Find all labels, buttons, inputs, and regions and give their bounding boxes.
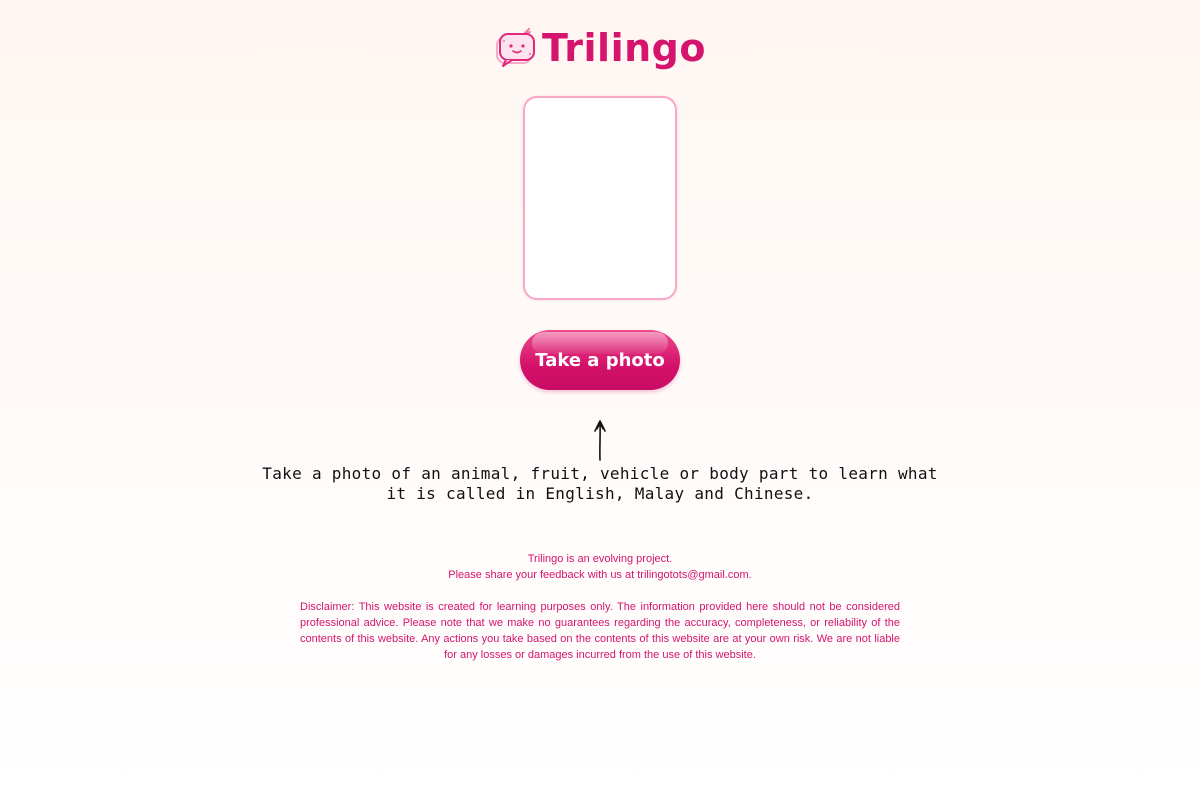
feedback-text: Please share your feedback with us at tr… [448, 569, 752, 581]
camera-preview [523, 96, 677, 300]
footer: Trilingo is an evolving project. Please … [300, 551, 900, 663]
project-status-text: Trilingo is an evolving project. [527, 553, 673, 565]
app-title: Trilingo [542, 26, 706, 70]
project-note: Trilingo is an evolving project. Please … [300, 551, 900, 583]
arrow-up-icon [594, 420, 606, 461]
tv-speech-bubble-icon [496, 28, 536, 67]
app-logo: Trilingo [0, 26, 1200, 70]
take-photo-button[interactable]: Take a photo [520, 330, 680, 390]
disclaimer-text: Disclaimer: This website is created for … [300, 601, 900, 661]
instruction-text: Take a photo of an animal, fruit, vehicl… [262, 464, 938, 503]
take-photo-button-label: Take a photo [535, 349, 665, 371]
